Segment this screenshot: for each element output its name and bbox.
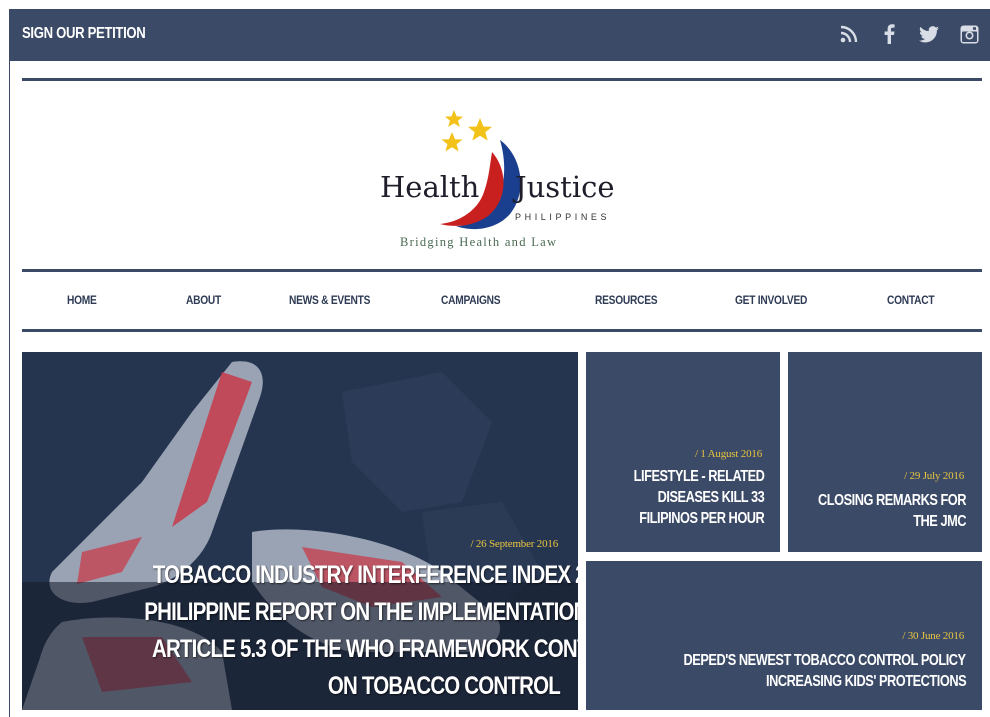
article-title-line: CLOSING REMARKS FOR — [817, 492, 967, 509]
featured-date: / 26 September 2016 — [470, 538, 558, 550]
facebook-icon[interactable] — [878, 23, 900, 45]
article-title[interactable]: LIFESTYLE - RELATED DISEASES KILL 33 FIL… — [601, 466, 764, 529]
site-logo[interactable]: Health Justice PHILIPPINES Bridging Heal… — [370, 108, 640, 256]
article-card[interactable]: / 30 June 2016 DEPED'S NEWEST TOBACCO CO… — [586, 561, 982, 710]
logo-stars — [441, 110, 492, 152]
nav-bottom-rule — [22, 329, 982, 332]
top-bar: SIGN OUR PETITION — [10, 9, 990, 61]
instagram-icon[interactable] — [958, 23, 980, 45]
article-title-line: THE JMC — [913, 513, 966, 530]
featured-article[interactable]: / 26 September 2016 TOBACCO INDUSTRY INT… — [22, 352, 578, 710]
featured-title-line: PHILIPPINE REPORT ON THE IMPLEMENTATION … — [144, 598, 578, 626]
page: SIGN OUR PETITION Health Justice PHILIPP… — [0, 0, 990, 717]
logo-tagline: Bridging Health and Law — [400, 235, 558, 249]
logo-word-justice: Justice — [515, 170, 615, 204]
nav-home[interactable]: HOME — [67, 293, 97, 307]
rss-icon[interactable] — [838, 23, 860, 45]
logo-subtitle: PHILIPPINES — [515, 212, 611, 222]
nav-contact[interactable]: CONTACT — [887, 293, 935, 307]
article-date: / 30 June 2016 — [902, 630, 964, 642]
logo-word-health: Health — [380, 170, 480, 204]
featured-title-line: ARTICLE 5.3 OF THE WHO FRAMEWORK CONVENT… — [152, 635, 578, 663]
featured-title[interactable]: TOBACCO INDUSTRY INTERFERENCE INDEX 2015… — [40, 557, 578, 705]
article-title[interactable]: CLOSING REMARKS FOR THE JMC — [781, 490, 967, 532]
sign-petition-link[interactable]: SIGN OUR PETITION — [22, 25, 146, 43]
main-nav: HOME ABOUT NEWS & EVENTS CAMPAIGNS RESOU… — [22, 288, 982, 316]
article-title-line: DEPED'S NEWEST TOBACCO CONTROL POLICY — [683, 652, 967, 669]
nav-top-rule — [22, 269, 982, 272]
nav-about[interactable]: ABOUT — [186, 293, 221, 307]
article-title-line: DISEASES KILL 33 — [657, 489, 764, 506]
nav-resources[interactable]: RESOURCES — [595, 293, 658, 307]
nav-campaigns[interactable]: CAMPAIGNS — [441, 293, 501, 307]
nav-get-involved[interactable]: GET INVOLVED — [735, 293, 807, 307]
article-title-line: FILIPINOS PER HOUR — [638, 510, 765, 527]
featured-title-line: ON TOBACCO CONTROL — [328, 672, 561, 700]
twitter-icon[interactable] — [918, 23, 940, 45]
article-card[interactable]: / 1 August 2016 LIFESTYLE - RELATED DISE… — [586, 352, 780, 552]
article-title-line: LIFESTYLE - RELATED — [633, 468, 764, 485]
article-date: / 1 August 2016 — [695, 448, 762, 460]
social-links — [838, 23, 980, 45]
article-date: / 29 July 2016 — [904, 470, 964, 482]
article-title-line: INCREASING KIDS' PROTECTIONS — [765, 673, 967, 690]
article-card[interactable]: / 29 July 2016 CLOSING REMARKS FOR THE J… — [788, 352, 982, 552]
nav-news-events[interactable]: NEWS & EVENTS — [289, 293, 370, 307]
header-top-rule — [22, 78, 982, 81]
featured-title-line: TOBACCO INDUSTRY INTERFERENCE INDEX 2015… — [152, 561, 578, 589]
article-title[interactable]: DEPED'S NEWEST TOBACCO CONTROL POLICY IN… — [613, 650, 967, 692]
